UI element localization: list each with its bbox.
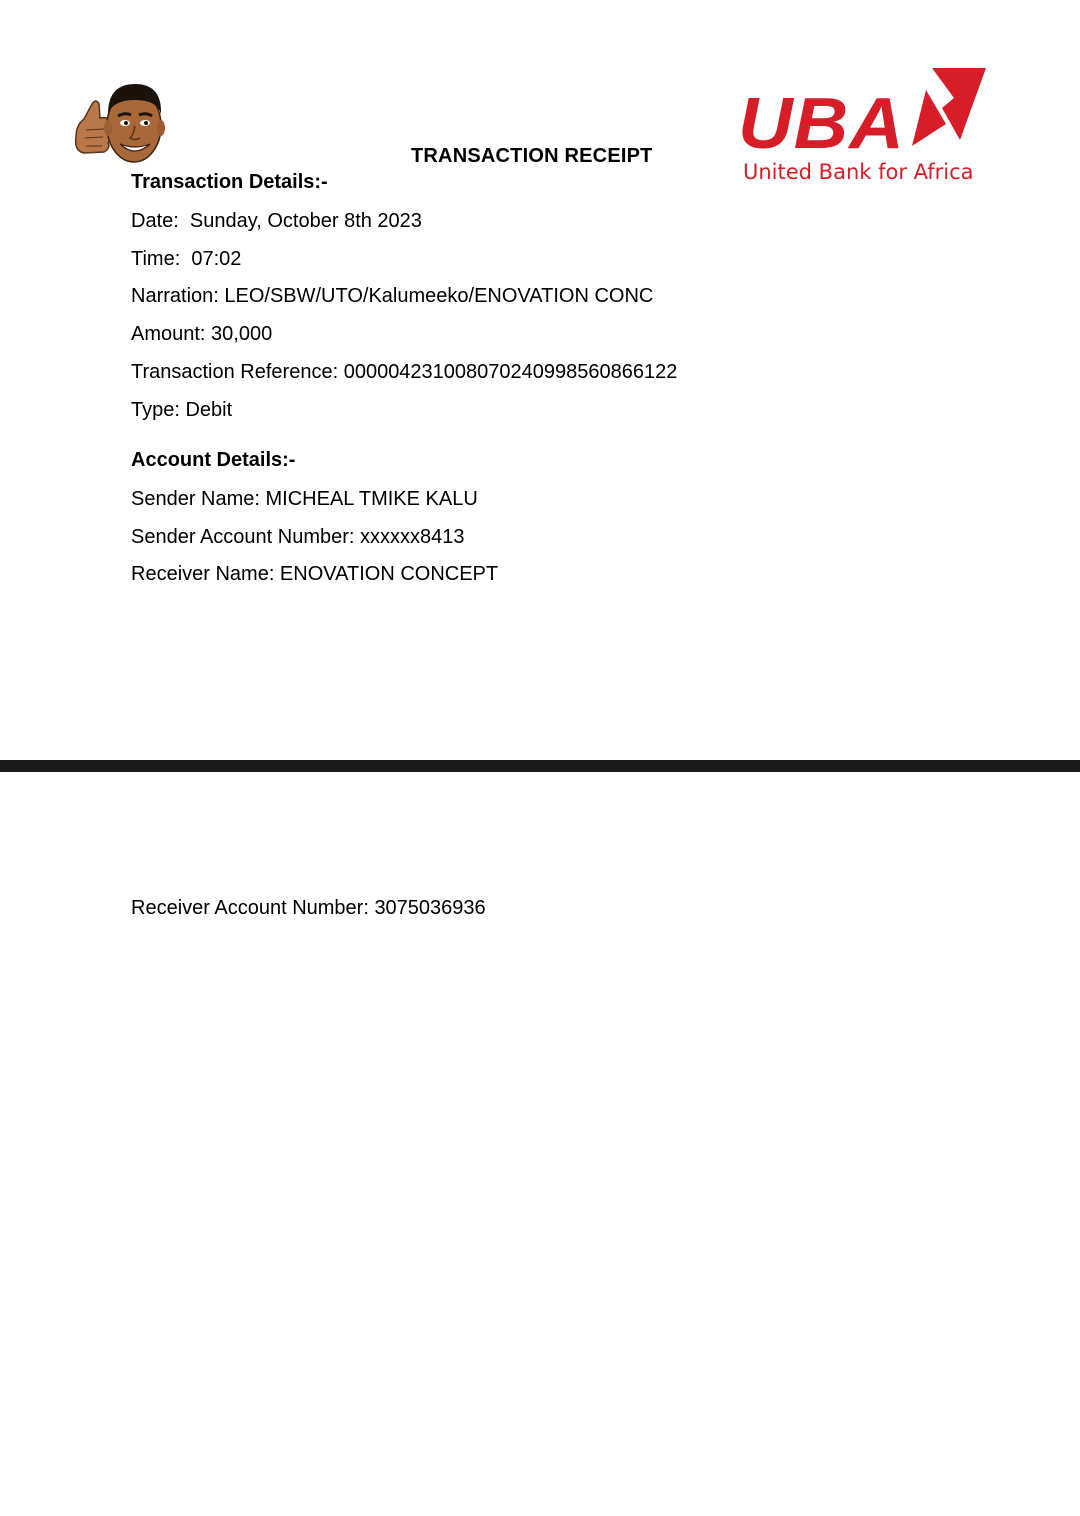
uba-logo-mark-icon	[912, 68, 986, 146]
receipt-page-continued: Receiver Account Number: 3075036936	[0, 772, 1080, 1516]
transaction-reference-field: Transaction Reference: 00000423100807024…	[131, 361, 678, 383]
page-break-divider	[0, 760, 1080, 772]
time-field: Time: 07:02	[131, 248, 242, 270]
thumbs-up-avatar-icon	[74, 84, 165, 163]
date-field: Date: Sunday, October 8th 2023	[131, 210, 422, 232]
receipt-page: TRANSACTION RECEIPT UBA United Bank for …	[0, 0, 1080, 760]
logo-wordmark: UBA	[738, 84, 905, 164]
uba-logo: UBA United Bank for Africa	[736, 66, 988, 190]
sender-name-field: Sender Name: MICHEAL TMIKE KALU	[131, 488, 478, 510]
receipt-title: TRANSACTION RECEIPT	[411, 145, 653, 167]
sender-account-field: Sender Account Number: xxxxxx8413	[131, 526, 465, 548]
account-details-heading: Account Details:-	[131, 449, 296, 471]
transaction-details-heading: Transaction Details:-	[131, 171, 328, 193]
narration-field: Narration: LEO/SBW/UTO/Kalumeeko/ENOVATI…	[131, 285, 654, 307]
receiver-name-field: Receiver Name: ENOVATION CONCEPT	[131, 563, 499, 585]
receiver-account-field: Receiver Account Number: 3075036936	[131, 897, 486, 919]
amount-field: Amount: 30,000	[131, 323, 273, 345]
type-field: Type: Debit	[131, 399, 233, 421]
logo-tagline: United Bank for Africa	[743, 160, 974, 184]
